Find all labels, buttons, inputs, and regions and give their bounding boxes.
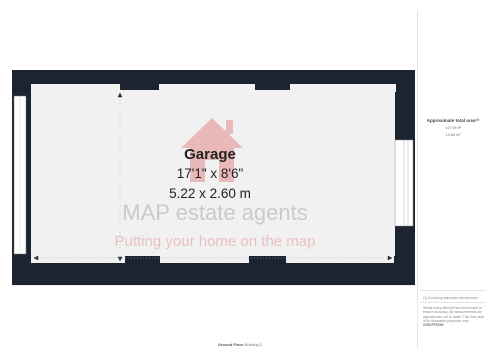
- bottom-wall-opening: [160, 254, 249, 263]
- room-name: Garage: [184, 146, 236, 163]
- area-sq-ft: 147.98 ft²: [444, 126, 462, 130]
- top-wall-opening: [290, 84, 396, 92]
- area-title: Approximate total area⁽¹⁾: [426, 118, 480, 123]
- side-divider: [420, 302, 486, 303]
- side-divider: [420, 290, 486, 291]
- top-wall-opening: [159, 84, 255, 92]
- top-wall-opening: [31, 84, 120, 92]
- floor-label: Ground Floor Building 2: [120, 342, 360, 347]
- credit-label: GIRAFFE360: [423, 323, 444, 327]
- watermark-tagline: Putting your home on the map: [114, 233, 316, 250]
- room-dimensions-metric: 5.22 x 2.60 m: [169, 186, 251, 201]
- panel-divider: [417, 10, 418, 349]
- plan-baseline: [12, 285, 417, 286]
- bottom-wall-opening: [286, 254, 394, 263]
- watermark-name: MAP estate agents: [122, 200, 308, 225]
- area-sq-m: 13.68 m²: [445, 133, 461, 137]
- bottom-wall-opening: [31, 254, 125, 263]
- room-dimensions-imperial: 17'1" x 8'6": [176, 166, 244, 181]
- building-name: Building 2: [244, 342, 263, 347]
- disclaimer-note: Whilst every attempt has been made to en…: [423, 306, 485, 323]
- floor-name: Ground Floor: [217, 342, 244, 347]
- garage-door: [13, 95, 27, 255]
- excluded-note: (1) Excluding balconies and terraces: [423, 296, 478, 300]
